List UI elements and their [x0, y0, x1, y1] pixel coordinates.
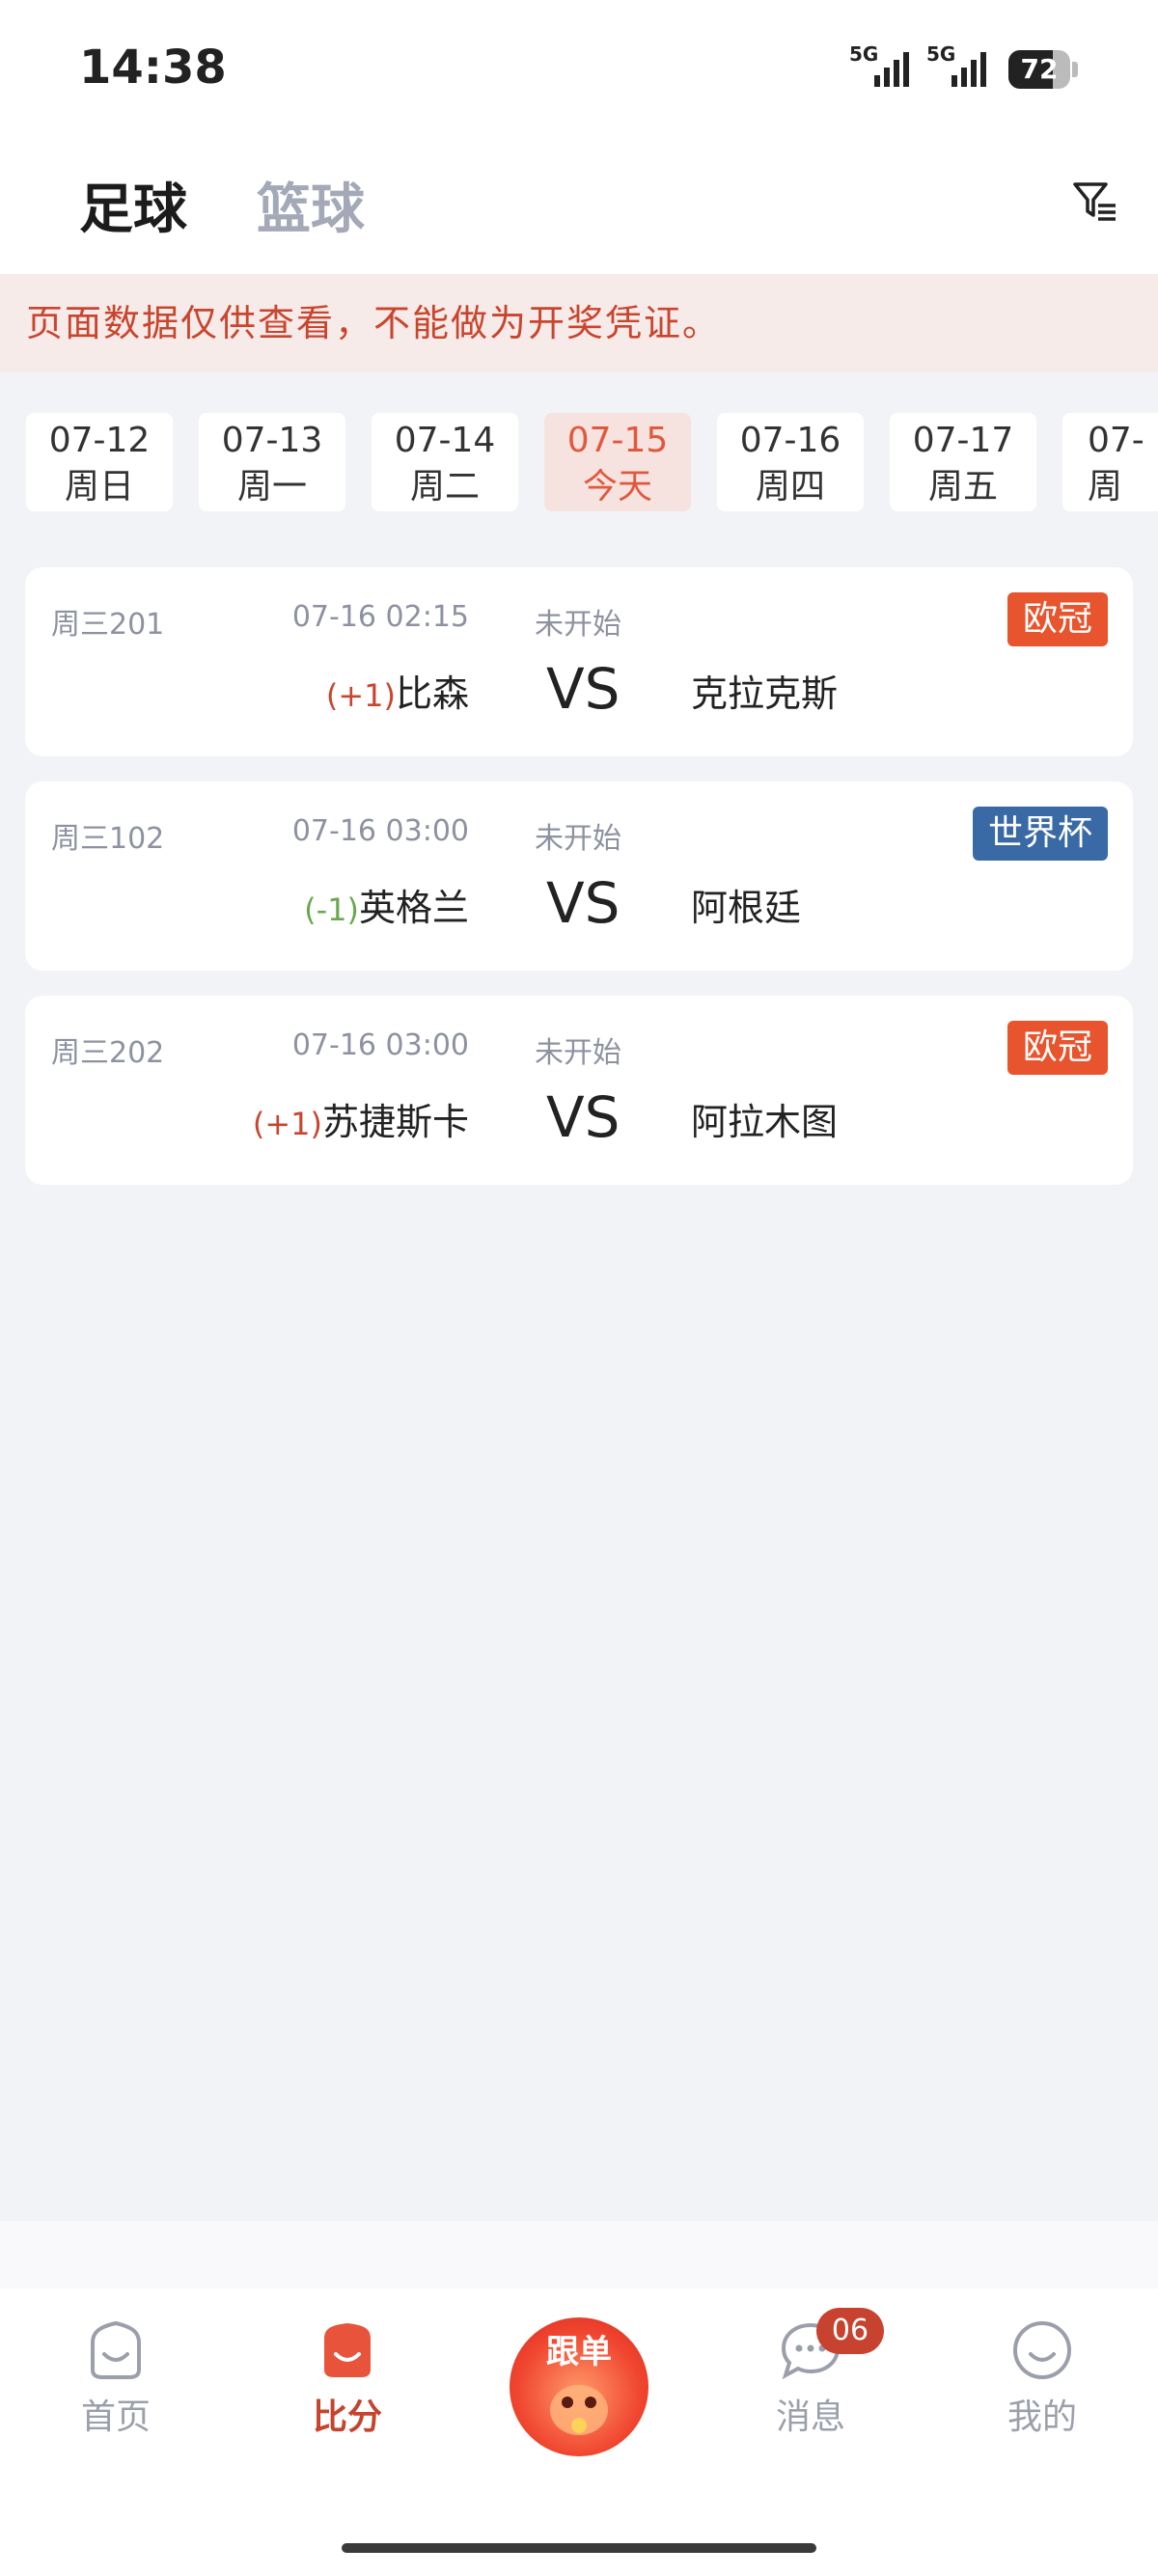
date-selector: 07-12 周日 07-13 周一 07-14 周二 07-15 今天 07-1…	[0, 413, 1158, 511]
home-team: (+1)苏捷斯卡	[253, 1092, 469, 1145]
weekday-label: 周日	[64, 467, 134, 507]
league-badge: 世界杯	[972, 807, 1108, 861]
handicap: (+1)	[325, 677, 396, 714]
away-team: 阿拉木图	[691, 1101, 839, 1143]
home-team: (+1)比森	[326, 664, 469, 717]
league-badge: 欧冠	[1006, 1021, 1108, 1075]
battery-level: 72	[1020, 53, 1059, 85]
filter-icon[interactable]	[1071, 178, 1117, 225]
match-status: 未开始	[535, 1036, 621, 1070]
nav-home[interactable]: 首页	[39, 2317, 193, 2439]
date-chip-0714[interactable]: 07-14 周二	[372, 413, 518, 511]
profile-icon	[1013, 2321, 1071, 2379]
date-label: 07-14	[394, 421, 496, 460]
match-status: 未开始	[535, 822, 621, 856]
date-label: 07-12	[48, 421, 151, 460]
date-label: 07-15	[566, 421, 669, 460]
away-team: 阿根廷	[691, 887, 802, 929]
match-time: 07-16 02:15	[291, 600, 469, 634]
date-label: 07-16	[739, 421, 841, 460]
bottom-nav: 首页 比分 跟单 消息 06 我的	[0, 2288, 1158, 2576]
follow-bet-button[interactable]: 跟单	[510, 2317, 648, 2456]
weekday-label: 今天	[582, 467, 652, 507]
nav-mine[interactable]: 我的	[965, 2317, 1119, 2439]
weekday-label: 周五	[927, 467, 998, 507]
tab-football[interactable]: 足球	[79, 166, 187, 244]
signal-bars-icon	[874, 52, 909, 87]
nav-mine-label: 我的	[1006, 2398, 1077, 2437]
content-bottom-band	[0, 2221, 1158, 2288]
signal-bars-icon-2	[951, 52, 986, 87]
match-code: 周三102	[51, 822, 165, 856]
weekday-label: 周二	[409, 467, 480, 507]
date-chip-0718[interactable]: 07- 周	[1062, 413, 1158, 511]
match-time: 07-16 03:00	[291, 1028, 469, 1062]
nav-score-label: 比分	[312, 2398, 382, 2437]
date-label: 07-17	[912, 421, 1014, 460]
home-indicator	[342, 2543, 816, 2553]
match-card[interactable]: 周三102 07-16 03:00 未开始 世界杯 (-1)英格兰 VS 阿根廷	[25, 781, 1133, 971]
home-icon	[91, 2320, 141, 2379]
handicap: (-1)	[304, 891, 359, 928]
home-team-name: 英格兰	[358, 887, 469, 929]
handicap: (+1)	[252, 1106, 322, 1142]
away-team: 克拉克斯	[691, 672, 839, 715]
date-label: 07-13	[221, 421, 323, 460]
home-team-name: 比森	[395, 672, 469, 715]
match-code: 周三202	[51, 1036, 165, 1070]
status-time: 14:38	[79, 41, 227, 95]
tab-basketball[interactable]: 篮球	[257, 166, 365, 244]
match-time: 07-16 03:00	[291, 814, 469, 848]
nav-messages-label: 消息	[775, 2398, 845, 2437]
battery-icon: 72	[1008, 50, 1078, 89]
home-team: (-1)英格兰	[304, 878, 469, 931]
date-chip-0712[interactable]: 07-12 周日	[26, 413, 173, 511]
score-icon	[324, 2323, 371, 2377]
messages-badge: 06	[816, 2308, 884, 2354]
vs-label: VS	[546, 1084, 620, 1150]
nav-score[interactable]: 比分	[270, 2317, 425, 2439]
match-card[interactable]: 周三202 07-16 03:00 未开始 欧冠 (+1)苏捷斯卡 VS 阿拉木…	[25, 996, 1133, 1185]
league-badge: 欧冠	[1006, 592, 1108, 646]
nav-home-label: 首页	[80, 2398, 151, 2437]
weekday-label: 周一	[236, 467, 307, 507]
date-chip-0713[interactable]: 07-13 周一	[199, 413, 345, 511]
vs-label: VS	[546, 656, 620, 722]
mascot-icon	[550, 2385, 608, 2435]
match-code: 周三201	[51, 608, 165, 642]
disclaimer-notice: 页面数据仅供查看，不能做为开奖凭证。	[0, 274, 1158, 372]
weekday-label: 周四	[755, 467, 825, 507]
home-team-name: 苏捷斯卡	[321, 1101, 469, 1143]
match-status: 未开始	[535, 608, 621, 642]
weekday-label: 周	[1088, 467, 1123, 507]
date-label: 07-	[1088, 421, 1144, 460]
vs-label: VS	[546, 870, 620, 936]
date-chip-today[interactable]: 07-15 今天	[544, 413, 691, 511]
date-chip-0717[interactable]: 07-17 周五	[890, 413, 1036, 511]
date-chip-0716[interactable]: 07-16 周四	[717, 413, 864, 511]
match-card[interactable]: 周三201 07-16 02:15 未开始 欧冠 (+1)比森 VS 克拉克斯	[25, 567, 1133, 756]
